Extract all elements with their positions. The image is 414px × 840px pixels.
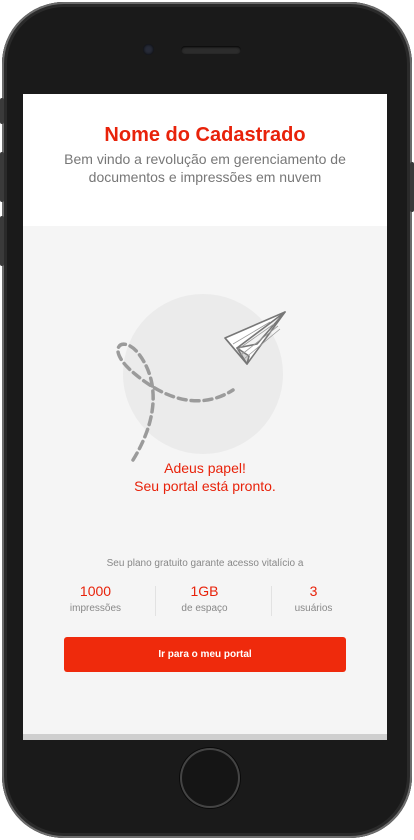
plan-stats: 1000 impressões 1GB de espaço 3 usuários — [41, 582, 369, 622]
stat-label: usuários — [294, 603, 333, 614]
stat-usuarios: 3 usuários — [259, 582, 368, 615]
welcome-subtitle: Bem vindo a revolução em gerenciamento d… — [64, 151, 346, 185]
earpiece-speaker — [181, 46, 241, 54]
portal-ready-message: Seu portal está pronto. — [134, 478, 276, 494]
plan-description: Seu plano gratuito garante acesso vitalí… — [106, 558, 304, 569]
stat-value: 3 — [309, 583, 318, 599]
paper-plane-icon — [116, 311, 286, 462]
stat-label: de espaço — [181, 603, 228, 614]
volume-up-button — [0, 152, 4, 202]
app-screen: Nome do Cadastrado Bem vindo a revolução… — [23, 94, 387, 740]
stat-value: 1GB — [190, 583, 219, 599]
mute-switch — [0, 98, 4, 124]
page-title: Nome do Cadastrado — [104, 124, 306, 146]
power-button — [410, 162, 414, 212]
stat-value: 1000 — [79, 583, 112, 599]
welcome-header: Nome do Cadastrado Bem vindo a revolução… — [23, 94, 387, 226]
bottom-edge — [23, 734, 387, 740]
volume-down-button — [0, 216, 4, 266]
go-to-portal-button[interactable]: Ir para o meu portal — [64, 637, 346, 672]
home-button[interactable] — [180, 748, 240, 808]
farewell-message: Adeus papel! — [164, 460, 246, 476]
stat-impressoes: 1000 impressões — [41, 582, 150, 615]
stat-espaco: 1GB de espaço — [150, 582, 259, 615]
stat-label: impressões — [69, 603, 122, 614]
front-camera — [143, 44, 154, 55]
